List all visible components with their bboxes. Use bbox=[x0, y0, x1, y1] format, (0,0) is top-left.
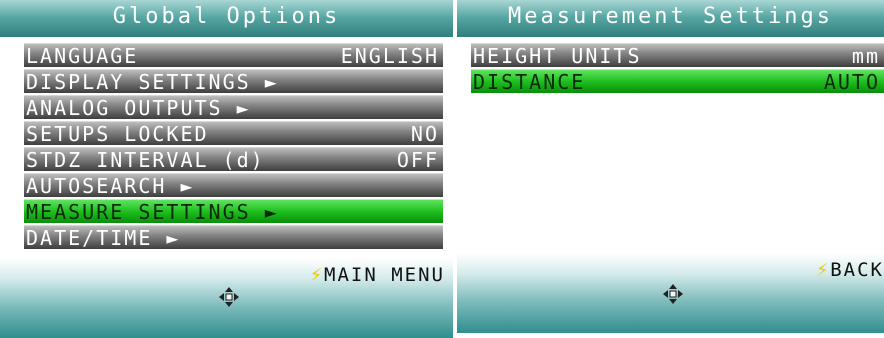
screen-title: Global Options bbox=[112, 4, 341, 29]
footer-bar: ⚡MAIN MENU bbox=[0, 258, 453, 338]
menu-item-stdz-interval[interactable]: STDZ INTERVAL (d) OFF bbox=[24, 147, 443, 172]
menu-item-setups-locked[interactable]: SETUPS LOCKED NO bbox=[24, 121, 443, 146]
menu-item-display-settings[interactable]: DISPLAY SETTINGS ► bbox=[24, 69, 443, 94]
back-softkey[interactable]: ⚡BACK bbox=[816, 257, 884, 281]
menu-item-date-time[interactable]: DATE/TIME ► bbox=[24, 225, 443, 250]
screen-title: Measurement Settings bbox=[508, 4, 833, 29]
title-bar: Global Options bbox=[0, 0, 453, 39]
menu-item-autosearch[interactable]: AUTOSEARCH ► bbox=[24, 173, 443, 198]
menu-item-language[interactable]: LANGUAGE ENGLISH bbox=[24, 43, 443, 68]
menu-item-measure-settings[interactable]: MEASURE SETTINGS ► bbox=[24, 199, 443, 224]
menu-list: HEIGHT UNITS mm DISTANCE AUTO bbox=[457, 39, 884, 259]
menu-list: LANGUAGE ENGLISH DISPLAY SETTINGS ► ANAL… bbox=[0, 39, 453, 259]
global-options-screen: Global Options LANGUAGE ENGLISH DISPLAY … bbox=[0, 0, 453, 338]
title-bar: Measurement Settings bbox=[457, 0, 884, 39]
lightning-bolt-icon: ⚡ bbox=[310, 262, 325, 286]
four-way-dpad-icon bbox=[219, 287, 239, 307]
lightning-bolt-icon: ⚡ bbox=[816, 257, 831, 281]
menu-item-analog-outputs[interactable]: ANALOG OUTPUTS ► bbox=[24, 95, 443, 120]
menu-item-height-units[interactable]: HEIGHT UNITS mm bbox=[471, 43, 884, 68]
main-menu-softkey[interactable]: ⚡MAIN MENU bbox=[310, 262, 445, 286]
four-way-dpad-icon bbox=[663, 284, 683, 304]
measurement-settings-screen: Measurement Settings HEIGHT UNITS mm DIS… bbox=[457, 0, 884, 333]
footer-bar: ⚡BACK bbox=[457, 253, 884, 333]
menu-item-distance[interactable]: DISTANCE AUTO bbox=[471, 69, 884, 94]
